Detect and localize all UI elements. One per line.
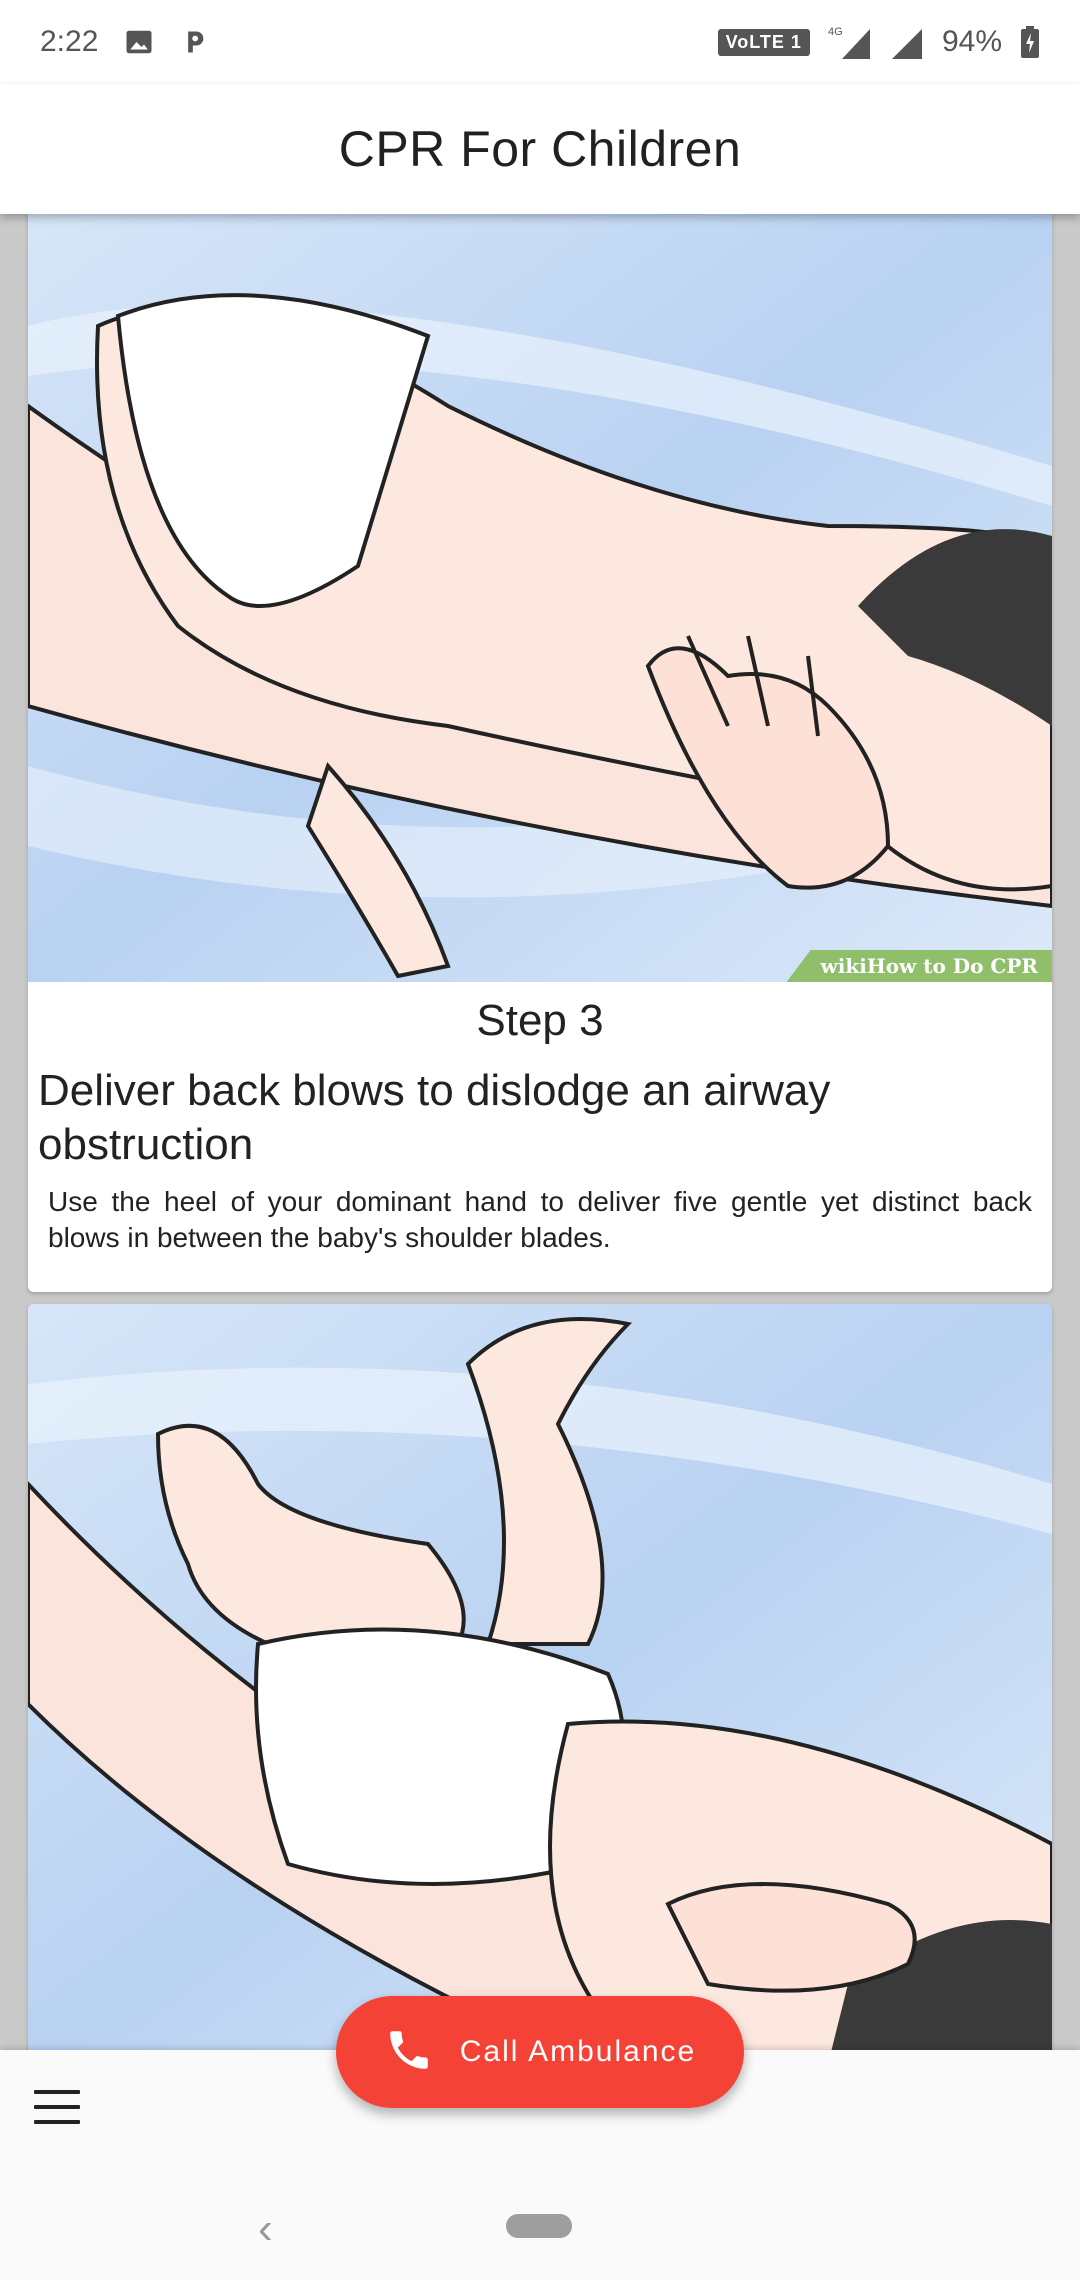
back-icon[interactable]: ‹ [258,2204,273,2254]
image-icon [124,27,154,57]
call-ambulance-button[interactable]: Call Ambulance [336,1996,744,2108]
status-time: 2:22 [40,25,99,58]
step-illustration-next [28,1304,1052,2050]
phone-icon [384,2025,434,2080]
parking-icon [180,27,208,57]
network-type: 4G [828,26,843,38]
status-right: VoLTE 1 4G 94% [717,25,1040,59]
signal-icon-2 [890,25,924,59]
status-bar: 2:22 VoLTE 1 4G 94% [0,0,1080,84]
system-nav-bar: ‹ [0,2180,1080,2280]
page-title: CPR For Children [338,121,742,177]
battery-level: 94% [941,25,1002,58]
content-scroll[interactable]: wikiHow to Do CPR Step 3 Deliver back bl… [0,214,1080,2050]
step-number: Step 3 [476,996,604,1045]
watermark: wikiHow to Do CPR [786,950,1052,982]
status-left: 2:22 [40,25,208,59]
signal-icon: 4G [828,25,872,59]
step-title: Deliver back blows to dislodge an airway… [38,1066,831,1169]
menu-icon[interactable] [34,2090,80,2126]
step-illustration: wikiHow to Do CPR [28,214,1052,982]
step-card: wikiHow to Do CPR Step 3 Deliver back bl… [28,214,1052,1292]
app-bar: CPR For Children [0,84,1080,214]
volte-badge: VoLTE 1 [717,28,810,56]
screen: 2:22 VoLTE 1 4G 94% CPR For Children wik… [0,0,1080,2280]
call-ambulance-label: Call Ambulance [459,2035,697,2068]
step-description: Use the heel of your dominant hand to de… [48,1186,1032,1253]
home-pill[interactable] [506,2214,572,2238]
battery-icon [1020,26,1040,58]
step-card-next [28,1304,1052,2050]
